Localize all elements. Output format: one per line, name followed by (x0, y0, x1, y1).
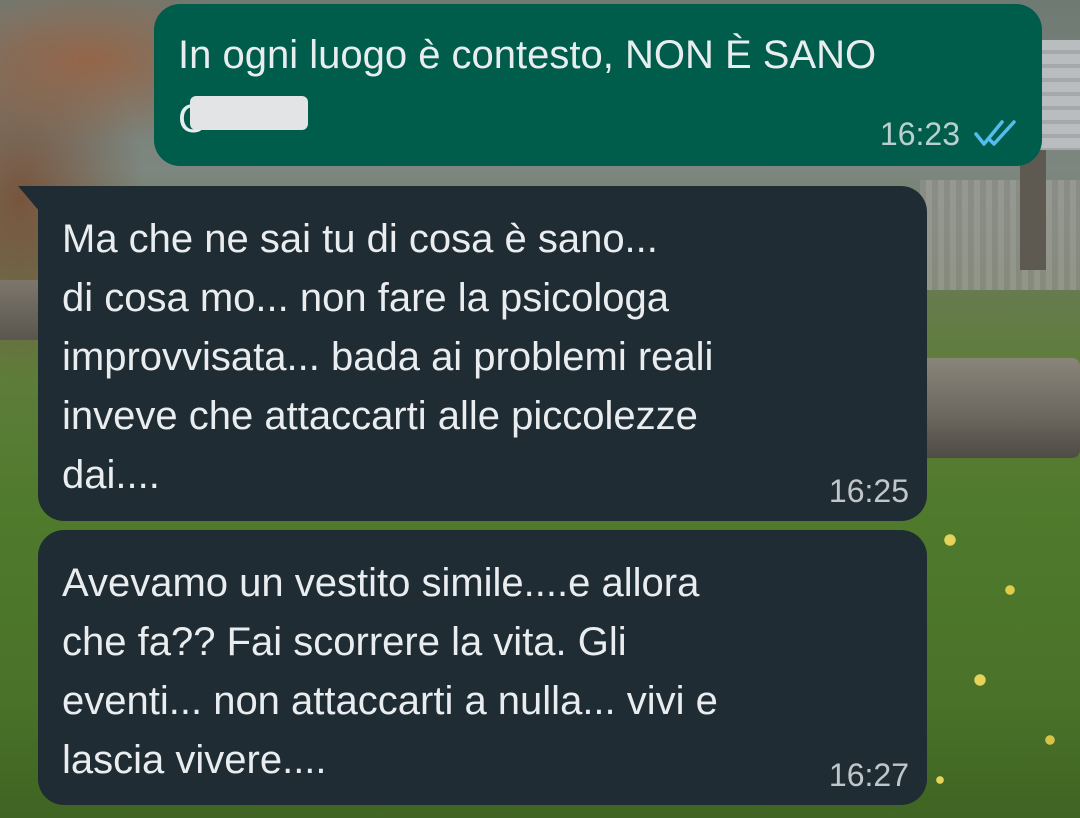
incoming-bubble-tail (18, 186, 40, 212)
wallpaper-post (1020, 150, 1046, 270)
wallpaper-fence-log (900, 358, 1080, 458)
outgoing-message-bubble[interactable]: In ogni luogo è contesto, NON È SANO C 1… (154, 4, 1042, 166)
message-time: 16:23 (879, 116, 960, 152)
incoming-message-bubble[interactable]: Ma che ne sai tu di cosa è sano... di co… (38, 186, 927, 521)
message-text: Ma che ne sai tu di cosa è sano... di co… (62, 217, 714, 497)
message-time: 16:25 (828, 473, 909, 509)
incoming-message-bubble[interactable]: Avevamo un vestito simile....e allora ch… (38, 530, 927, 805)
redaction-block (190, 96, 308, 130)
message-text: Avevamo un vestito simile....e allora ch… (62, 561, 718, 782)
message-text: In ogni luogo è contesto, NON È SANO (178, 33, 877, 77)
wallpaper-flowers (920, 480, 1080, 818)
double-check-read-icon (974, 120, 1016, 146)
message-time: 16:27 (828, 757, 909, 793)
wallpaper-stone-wall (920, 180, 1080, 290)
